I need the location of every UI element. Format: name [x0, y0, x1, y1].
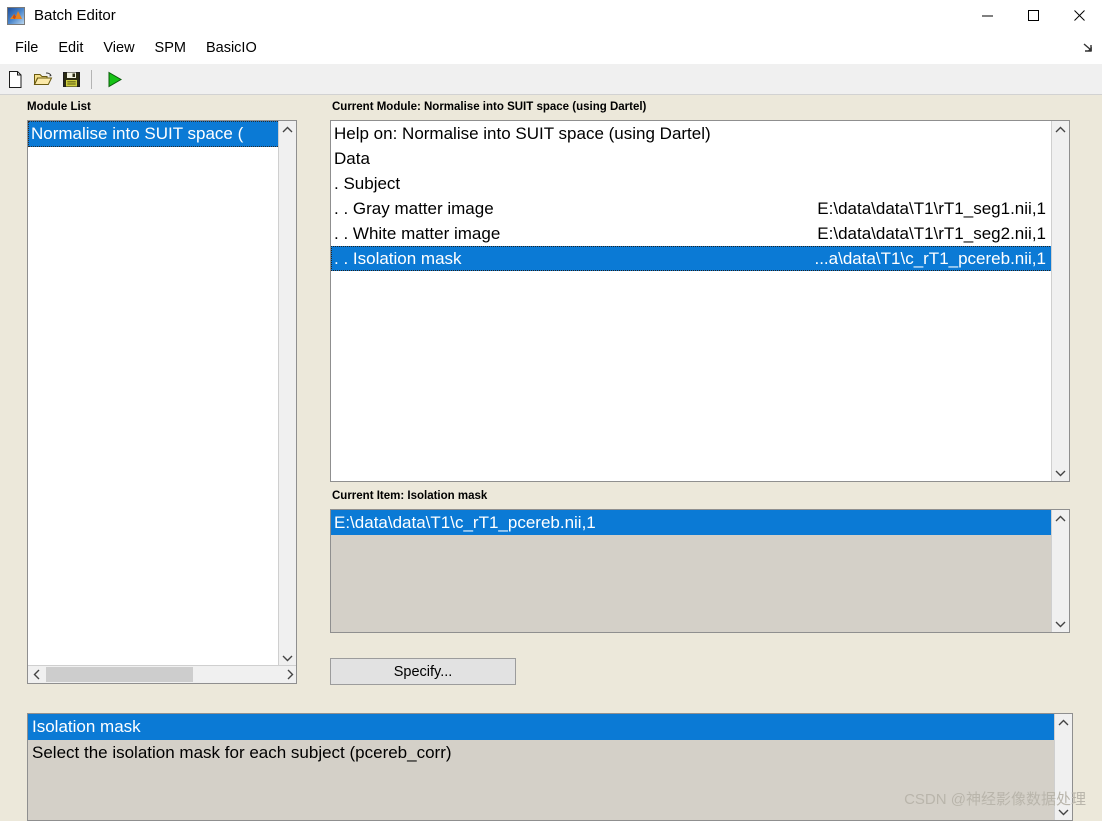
current-item-vscrollbar[interactable] [1051, 510, 1069, 632]
module-list-hscrollbar[interactable] [28, 665, 296, 683]
menu-item-view[interactable]: View [94, 38, 143, 58]
close-button[interactable] [1056, 0, 1102, 31]
help-row-white-matter-image[interactable]: . . White matter image E:\data\data\T1\r… [331, 221, 1052, 246]
minimize-button[interactable] [964, 0, 1010, 31]
matlab-logo-icon [7, 6, 25, 25]
save-icon[interactable] [58, 66, 84, 92]
menu-item-basicio[interactable]: BasicIO [197, 38, 266, 58]
window-title: Batch Editor [34, 7, 116, 24]
watermark: CSDN @神经影像数据处理 [904, 791, 1086, 808]
menu-bar: File Edit View SPM BasicIO [0, 31, 1102, 64]
module-list-items: Normalise into SUIT space ( [28, 121, 280, 666]
module-list-label: Module List [27, 101, 91, 113]
toolbar-separator [91, 69, 92, 89]
current-module-vscrollbar[interactable] [1051, 121, 1069, 481]
current-module-rows: Help on: Normalise into SUIT space (usin… [331, 121, 1052, 481]
current-item-rows: E:\data\data\T1\c_rT1_pcereb.nii,1 [331, 510, 1052, 632]
menu-item-edit[interactable]: Edit [49, 38, 92, 58]
batch-editor-window: Batch Editor File Edit View SPM BasicIO [0, 0, 1102, 821]
module-list-item-0[interactable]: Normalise into SUIT space ( [28, 121, 280, 147]
title-bar: Batch Editor [0, 0, 1102, 31]
scroll-up-icon[interactable] [1052, 510, 1069, 527]
help-row-isolation-mask[interactable]: . . Isolation mask ...a\data\T1\c_rT1_pc… [331, 246, 1052, 271]
scroll-down-icon[interactable] [1052, 615, 1069, 632]
specify-button[interactable]: Specify... [330, 658, 516, 685]
current-item-label: Current Item: Isolation mask [332, 490, 488, 502]
maximize-button[interactable] [1010, 0, 1056, 31]
module-list[interactable]: Normalise into SUIT space ( [27, 120, 297, 684]
help-panel-rows: Isolation mask Select the isolation mask… [28, 714, 1055, 820]
menu-item-file[interactable]: File [6, 38, 47, 58]
help-row-gray-matter-image[interactable]: . . Gray matter image E:\data\data\T1\rT… [331, 196, 1052, 221]
scroll-up-icon[interactable] [1055, 714, 1072, 731]
help-row-subject[interactable]: . Subject [331, 171, 1052, 196]
new-file-icon[interactable] [2, 66, 28, 92]
current-module-listbox[interactable]: Help on: Normalise into SUIT space (usin… [330, 120, 1070, 482]
hscroll-thumb[interactable] [46, 667, 193, 682]
window-controls [964, 0, 1102, 31]
current-module-label: Current Module: Normalise into SUIT spac… [332, 101, 647, 113]
help-row-data[interactable]: Data [331, 146, 1052, 171]
toolbar [0, 64, 1102, 95]
menu-item-spm[interactable]: SPM [146, 38, 195, 58]
help-panel-description: Select the isolation mask for each subje… [32, 743, 452, 762]
open-folder-icon[interactable] [30, 66, 56, 92]
run-icon[interactable] [101, 66, 127, 92]
scroll-up-icon[interactable] [279, 121, 296, 138]
scroll-left-icon[interactable] [28, 666, 45, 683]
current-item-row-0[interactable]: E:\data\data\T1\c_rT1_pcereb.nii,1 [331, 510, 1052, 535]
resize-arrow-icon[interactable] [1080, 39, 1098, 57]
help-row-title[interactable]: Help on: Normalise into SUIT space (usin… [331, 121, 1052, 146]
scroll-down-icon[interactable] [279, 649, 296, 666]
help-panel-title[interactable]: Isolation mask [28, 714, 1055, 740]
current-item-listbox[interactable]: E:\data\data\T1\c_rT1_pcereb.nii,1 [330, 509, 1070, 633]
scroll-right-icon[interactable] [281, 666, 296, 683]
scroll-up-icon[interactable] [1052, 121, 1069, 138]
scroll-down-icon[interactable] [1052, 464, 1069, 481]
module-list-vscrollbar[interactable] [278, 121, 296, 666]
